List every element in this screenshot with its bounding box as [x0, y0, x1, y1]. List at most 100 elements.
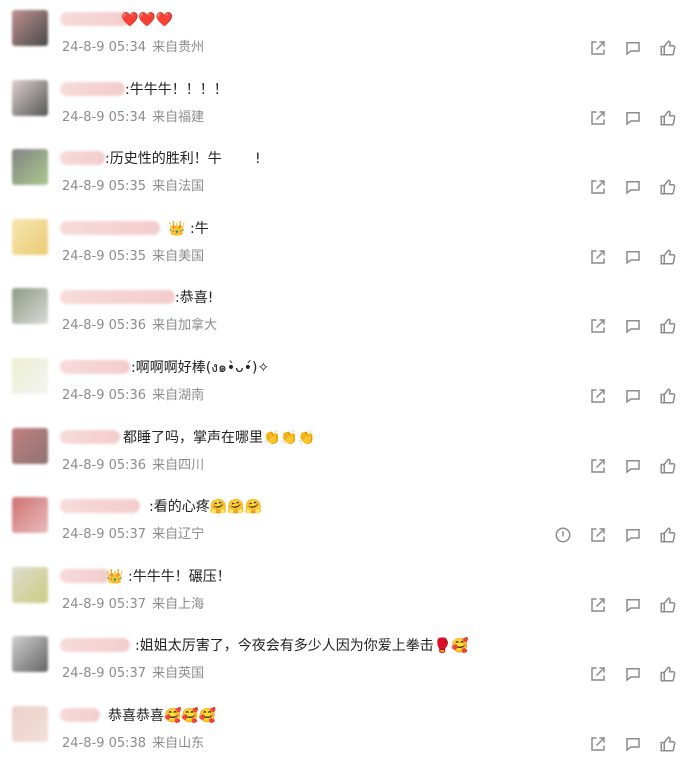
location: 来自上海	[152, 596, 205, 612]
comment-meta: 24-8-9 05:36 来自湖南	[62, 388, 204, 404]
comment-icon[interactable]	[624, 178, 642, 196]
comment-actions	[589, 387, 677, 405]
like-icon[interactable]	[659, 596, 677, 614]
timestamp: 24-8-9 05:36	[62, 318, 147, 334]
timestamp: 24-8-9 05:37	[62, 596, 147, 612]
like-icon[interactable]	[659, 178, 677, 196]
avatar[interactable]	[12, 79, 48, 116]
report-icon[interactable]	[554, 526, 572, 544]
comment-text: :啊啊啊好棒(ง๑•̀ᴗ•́)✧	[131, 360, 270, 376]
username-blurred[interactable]	[60, 360, 130, 374]
share-icon[interactable]	[589, 596, 607, 614]
avatar[interactable]	[12, 706, 48, 742]
comment-row: :姐姐太厉害了，今夜会有多少人因为你爱上拳击🥊🥰 24-8-9 05:37 来自英国	[0, 626, 699, 696]
timestamp: 24-8-9 05:36	[62, 388, 147, 403]
username-blurred[interactable]	[60, 220, 160, 235]
like-icon[interactable]	[659, 248, 677, 266]
comment-meta: 24-8-9 05:34 来自福建	[62, 110, 204, 126]
avatar[interactable]	[12, 218, 48, 255]
comment-meta: 24-8-9 05:36 来自四川	[62, 458, 204, 474]
timestamp: 24-8-9 05:35	[62, 179, 147, 195]
comment-row: :啊啊啊好棒(ง๑•̀ᴗ•́)✧ 24-8-9 05:36 来自湖南	[0, 348, 699, 418]
avatar[interactable]	[12, 566, 48, 603]
comment-icon[interactable]	[624, 457, 642, 475]
location: 来自英国	[152, 666, 205, 682]
comment-row: :恭喜! 24-8-9 05:36 来自加拿大	[0, 278, 699, 348]
username-blurred[interactable]	[60, 638, 130, 653]
comment-row: 👑:牛牛牛！碾压！ 24-8-9 05:37 来自上海	[0, 557, 699, 627]
like-icon[interactable]	[659, 735, 677, 753]
comment-icon[interactable]	[624, 248, 642, 266]
location: 来自湖南	[152, 388, 205, 403]
username-blurred[interactable]	[60, 81, 125, 96]
comment-icon[interactable]	[624, 665, 642, 683]
timestamp: 24-8-9 05:37	[62, 527, 147, 543]
comment-row: :看的心疼🤗🤗🤗 24-8-9 05:37 来自辽宁	[0, 487, 699, 557]
comment-actions	[589, 596, 677, 614]
share-icon[interactable]	[589, 178, 607, 196]
comment-icon[interactable]	[624, 39, 642, 57]
username-blurred[interactable]	[60, 12, 130, 26]
comment-actions	[589, 39, 677, 57]
share-icon[interactable]	[589, 387, 607, 405]
comment-meta: 24-8-9 05:34 来自贵州	[62, 40, 204, 56]
avatar[interactable]	[12, 497, 48, 534]
comment-icon[interactable]	[624, 387, 642, 405]
like-icon[interactable]	[659, 457, 677, 475]
comment-icon[interactable]	[624, 317, 642, 335]
avatar[interactable]	[12, 427, 48, 464]
comment-row: 恭喜恭喜🥰🥰🥰 24-8-9 05:38 来自山东	[0, 696, 699, 766]
username-blurred[interactable]	[60, 568, 110, 583]
share-icon[interactable]	[589, 665, 607, 683]
comment-meta: 24-8-9 05:35 来自美国	[62, 249, 204, 265]
share-icon[interactable]	[589, 317, 607, 335]
like-icon[interactable]	[659, 526, 677, 544]
timestamp: 24-8-9 05:36	[62, 457, 147, 473]
like-icon[interactable]	[659, 665, 677, 683]
comment-actions	[589, 248, 677, 266]
comment-text: 恭喜恭喜🥰🥰🥰	[108, 708, 217, 724]
comment-text: :牛牛牛！！！！	[125, 81, 228, 98]
comment-actions	[554, 526, 677, 544]
comment-actions	[589, 109, 677, 127]
comment-text: :恭喜!	[175, 290, 214, 307]
comment-icon[interactable]	[624, 526, 642, 544]
avatar[interactable]	[12, 636, 48, 673]
comment-text-tail: !	[255, 151, 261, 168]
location: 来自加拿大	[152, 318, 218, 334]
share-icon[interactable]	[589, 526, 607, 544]
timestamp: 24-8-9 05:38	[62, 736, 147, 751]
comment-text: :姐姐太厉害了，今夜会有多少人因为你爱上拳击🥊🥰	[135, 638, 469, 655]
share-icon[interactable]	[589, 735, 607, 753]
comment-text: :牛牛牛！碾压！	[128, 568, 231, 585]
location: 来自山东	[152, 736, 205, 751]
avatar[interactable]	[12, 358, 48, 394]
username-blurred[interactable]	[60, 429, 120, 444]
location: 来自福建	[152, 109, 205, 125]
comment-actions	[589, 665, 677, 683]
location: 来自四川	[152, 457, 205, 473]
avatar[interactable]	[12, 10, 48, 46]
like-icon[interactable]	[659, 387, 677, 405]
comment-icon[interactable]	[624, 596, 642, 614]
comment-meta: 24-8-9 05:37 来自上海	[62, 597, 204, 613]
like-icon[interactable]	[659, 109, 677, 127]
comment-meta: 24-8-9 05:37 来自辽宁	[62, 527, 204, 543]
share-icon[interactable]	[589, 39, 607, 57]
timestamp: 24-8-9 05:37	[62, 666, 147, 682]
username-blurred[interactable]	[60, 151, 105, 166]
username-blurred[interactable]	[60, 499, 140, 514]
comment-icon[interactable]	[624, 735, 642, 753]
like-icon[interactable]	[659, 317, 677, 335]
username-blurred[interactable]	[60, 708, 100, 722]
username-blurred[interactable]	[60, 290, 175, 305]
comment-actions	[589, 735, 677, 753]
share-icon[interactable]	[589, 109, 607, 127]
avatar[interactable]	[12, 288, 48, 325]
like-icon[interactable]	[659, 39, 677, 57]
comment-icon[interactable]	[624, 109, 642, 127]
share-icon[interactable]	[589, 457, 607, 475]
share-icon[interactable]	[589, 248, 607, 266]
comment-actions	[589, 178, 677, 196]
avatar[interactable]	[12, 149, 48, 186]
